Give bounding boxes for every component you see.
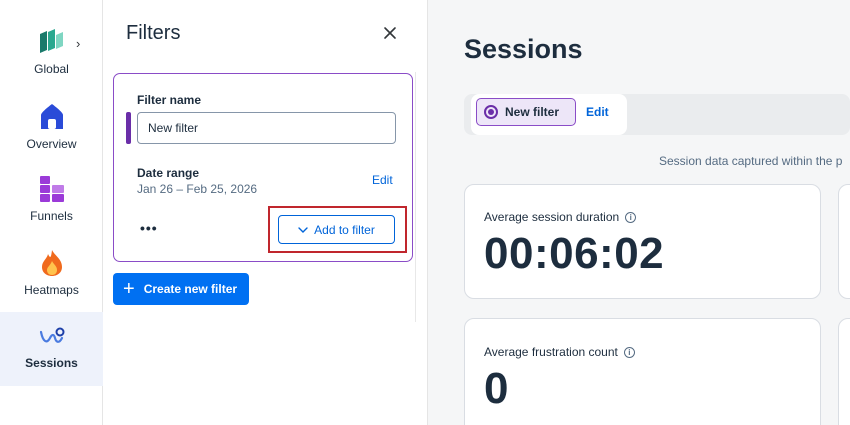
chevron-down-icon bbox=[298, 226, 308, 233]
nav-label-heatmaps: Heatmaps bbox=[24, 283, 79, 297]
create-new-filter-label: Create new filter bbox=[143, 282, 238, 296]
add-to-filter-button[interactable]: Add to filter bbox=[278, 215, 395, 244]
filter-bar: New filter Edit bbox=[464, 94, 850, 135]
app-root: Global › Overview Funnels Heatmaps Sessi… bbox=[0, 0, 850, 425]
nav-label-overview: Overview bbox=[26, 137, 77, 151]
filter-name-input[interactable] bbox=[137, 112, 396, 144]
filters-title: Filters bbox=[126, 22, 181, 44]
nav-label-funnels: Funnels bbox=[30, 209, 73, 223]
metric-value: 0 bbox=[484, 364, 509, 413]
filter-chip-group: New filter Edit bbox=[471, 94, 627, 135]
metric-label-text: Average frustration count bbox=[484, 345, 618, 359]
nav-item-heatmaps[interactable]: Heatmaps bbox=[0, 249, 103, 297]
add-to-filter-label: Add to filter bbox=[314, 222, 375, 237]
date-range-edit-link[interactable]: Edit bbox=[372, 173, 393, 187]
filter-chip-edit-link[interactable]: Edit bbox=[586, 105, 609, 119]
plus-icon: + bbox=[123, 278, 135, 300]
close-icon[interactable] bbox=[381, 24, 399, 42]
filter-card: Filter name Date range Jan 26 – Feb 25, … bbox=[113, 73, 413, 262]
more-options-icon[interactable]: ••• bbox=[140, 220, 158, 236]
captured-note: Session data captured within the p bbox=[659, 154, 843, 168]
filter-chip-label: New filter bbox=[505, 105, 560, 119]
chevron-right-icon[interactable]: › bbox=[76, 36, 80, 51]
filter-name-label: Filter name bbox=[137, 93, 202, 107]
side-nav: Global › Overview Funnels Heatmaps Sessi… bbox=[0, 0, 103, 425]
flame-icon bbox=[41, 250, 62, 276]
metric-label-text: Average session duration bbox=[484, 210, 620, 224]
funnel-chart-icon bbox=[39, 176, 64, 202]
nav-item-overview[interactable]: Overview bbox=[0, 103, 103, 151]
metric-card-duration: Average session duration i 00:06:02 bbox=[464, 184, 821, 299]
info-icon[interactable]: i bbox=[625, 211, 637, 223]
nav-item-funnels[interactable]: Funnels bbox=[0, 175, 103, 223]
session-path-icon bbox=[39, 327, 64, 343]
metric-label: Average frustration count i bbox=[484, 345, 635, 359]
filters-panel: Filters Filter name Date range Jan 26 – … bbox=[103, 0, 428, 425]
filter-chip[interactable]: New filter bbox=[476, 98, 576, 126]
selected-accent-bar bbox=[126, 112, 131, 144]
nav-item-sessions[interactable]: Sessions bbox=[0, 312, 103, 386]
date-range-label: Date range bbox=[137, 166, 200, 180]
nav-label-sessions: Sessions bbox=[25, 356, 78, 370]
global-logo-icon bbox=[39, 29, 63, 53]
scrollbar[interactable] bbox=[415, 72, 416, 322]
metric-card-partial bbox=[838, 318, 850, 425]
metric-label: Average session duration i bbox=[484, 210, 637, 224]
radio-selected-icon bbox=[484, 105, 498, 119]
info-icon[interactable]: i bbox=[623, 346, 635, 358]
home-icon bbox=[40, 104, 63, 129]
nav-item-global[interactable]: Global bbox=[0, 28, 103, 76]
main-content: Sessions New filter Edit Session data ca… bbox=[428, 0, 850, 425]
page-title: Sessions bbox=[464, 34, 583, 64]
create-new-filter-button[interactable]: + Create new filter bbox=[113, 273, 249, 305]
date-range-value: Jan 26 – Feb 25, 2026 bbox=[137, 182, 258, 196]
metric-value: 00:06:02 bbox=[484, 229, 665, 278]
metric-card-partial bbox=[838, 184, 850, 299]
metric-card-frustration: Average frustration count i 0 bbox=[464, 318, 821, 425]
nav-label-global: Global bbox=[34, 62, 69, 76]
